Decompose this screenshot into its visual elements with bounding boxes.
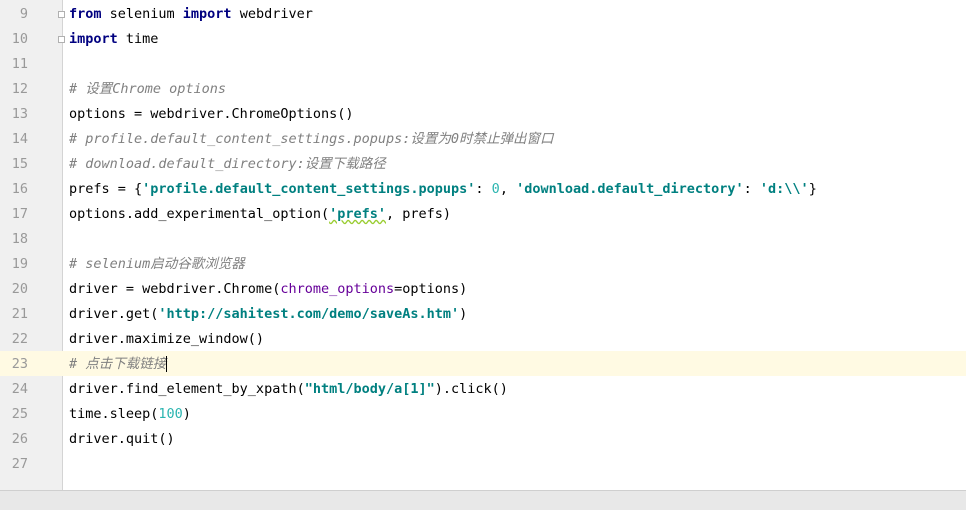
- line-number: 23: [11, 356, 28, 372]
- code-line[interactable]: 15 # download.default_directory:设置下载路径: [0, 151, 966, 176]
- line-number: 27: [11, 456, 28, 472]
- code-token: 0: [491, 181, 500, 197]
- code-text[interactable]: time.sleep(100): [69, 406, 191, 422]
- line-number: 9: [19, 6, 28, 22]
- code-token: ).click(): [434, 381, 508, 397]
- code-line[interactable]: 12 # 设置Chrome options: [0, 76, 966, 101]
- code-token: time: [117, 31, 159, 47]
- line-number: 15: [11, 156, 28, 172]
- fold-marker-icon[interactable]: [58, 36, 65, 43]
- code-text[interactable]: from selenium import webdriver: [69, 6, 313, 22]
- code-text[interactable]: driver.find_element_by_xpath("html/body/…: [69, 381, 508, 397]
- code-line[interactable]: 22 driver.maximize_window(): [0, 326, 966, 351]
- code-token: 'http://sahitest.com/demo/saveAs.htm': [158, 306, 460, 322]
- code-token: time.sleep(: [69, 406, 159, 422]
- code-token: :: [743, 181, 760, 197]
- code-line[interactable]: 20 driver = webdriver.Chrome(chrome_optio…: [0, 276, 966, 301]
- code-line[interactable]: 10 import time: [0, 26, 966, 51]
- code-token: ,: [499, 181, 517, 197]
- line-number: 19: [11, 256, 28, 272]
- code-token: from: [69, 6, 102, 22]
- code-token: ): [459, 306, 468, 322]
- code-token: # 点击下载链接: [69, 356, 167, 372]
- code-line[interactable]: 27: [0, 451, 966, 476]
- code-line[interactable]: 24 driver.find_element_by_xpath("html/bod…: [0, 376, 966, 401]
- horizontal-scrollbar[interactable]: [0, 490, 966, 510]
- code-line[interactable]: 14 # profile.default_content_settings.pop…: [0, 126, 966, 151]
- code-line[interactable]: 26 driver.quit(): [0, 426, 966, 451]
- code-token: # profile.default_content_settings.popup…: [69, 131, 554, 147]
- line-number: 21: [11, 306, 28, 322]
- code-token: # download.default_directory:设置下载路径: [69, 156, 386, 172]
- code-text[interactable]: driver.get('http://sahitest.com/demo/sav…: [69, 306, 467, 322]
- code-token: import: [69, 31, 118, 47]
- line-number: 18: [11, 231, 28, 247]
- code-token: 'download.default_directory': [516, 181, 744, 197]
- fold-marker-icon[interactable]: [58, 11, 65, 18]
- line-number: 14: [11, 131, 28, 147]
- code-text[interactable]: options.add_experimental_option('prefs',…: [69, 206, 451, 222]
- code-token: import: [182, 6, 232, 22]
- line-number: 22: [11, 331, 28, 347]
- code-line[interactable]: 18: [0, 226, 966, 251]
- code-text[interactable]: # 设置Chrome options: [69, 81, 226, 97]
- code-token: options.add_experimental_option(: [69, 206, 330, 222]
- code-token: driver.maximize_window(): [69, 331, 265, 347]
- code-token: driver = webdriver.Chrome(: [69, 281, 281, 297]
- code-token: 'prefs': [329, 206, 386, 222]
- code-token: options = webdriver.ChromeOptions(): [69, 106, 354, 122]
- line-number: 12: [11, 81, 28, 97]
- code-text[interactable]: import time: [69, 31, 158, 47]
- code-token: selenium: [101, 6, 183, 22]
- code-text[interactable]: # selenium启动谷歌浏览器: [69, 256, 245, 272]
- code-line[interactable]: 11: [0, 51, 966, 76]
- code-token: webdriver: [231, 6, 313, 22]
- code-token: driver.get(: [69, 306, 159, 322]
- code-text[interactable]: driver = webdriver.Chrome(chrome_options…: [69, 281, 467, 297]
- code-token: 100: [158, 406, 183, 422]
- line-number: 26: [11, 431, 28, 447]
- line-number: 13: [11, 106, 28, 122]
- code-line[interactable]: 9 from selenium import webdriver: [0, 1, 966, 26]
- code-token: 'profile.default_content_settings.popups…: [142, 181, 476, 197]
- code-line[interactable]: 25 time.sleep(100): [0, 401, 966, 426]
- line-number: 11: [11, 56, 28, 72]
- code-text[interactable]: # 点击下载链接: [69, 356, 168, 372]
- code-token: }: [808, 181, 817, 197]
- code-text[interactable]: driver.maximize_window(): [69, 331, 264, 347]
- code-token: # selenium启动谷歌浏览器: [69, 256, 245, 272]
- line-number: 24: [11, 381, 28, 397]
- code-line[interactable]: 13 options = webdriver.ChromeOptions(): [0, 101, 966, 126]
- code-line[interactable]: 19 # selenium启动谷歌浏览器: [0, 251, 966, 276]
- code-line[interactable]: 23 # 点击下载链接: [0, 351, 966, 376]
- line-number: 16: [11, 181, 28, 197]
- line-number: 20: [11, 281, 28, 297]
- code-text[interactable]: # download.default_directory:设置下载路径: [69, 156, 386, 172]
- code-token: driver.quit(): [69, 431, 175, 447]
- code-token: "html/body/a[1]": [304, 381, 435, 397]
- code-token: chrome_options: [280, 281, 395, 297]
- line-number: 10: [11, 31, 28, 47]
- code-token: =options): [394, 281, 468, 297]
- line-number: 17: [11, 206, 28, 222]
- code-text[interactable]: options = webdriver.ChromeOptions(): [69, 106, 353, 122]
- code-token: :: [475, 181, 492, 197]
- code-token: ): [182, 406, 191, 422]
- code-text[interactable]: prefs = {'profile.default_content_settin…: [69, 181, 817, 197]
- code-line[interactable]: 21 driver.get('http://sahitest.com/demo/s…: [0, 301, 966, 326]
- code-text[interactable]: # profile.default_content_settings.popup…: [69, 131, 554, 147]
- code-token: , prefs): [386, 206, 452, 222]
- code-line[interactable]: 16 prefs = {'profile.default_content_sett…: [0, 176, 966, 201]
- code-token: 'd:\\': [759, 181, 809, 197]
- code-line[interactable]: 17 options.add_experimental_option('prefs…: [0, 201, 966, 226]
- code-token: prefs = {: [69, 181, 143, 197]
- code-text[interactable]: driver.quit(): [69, 431, 175, 447]
- code-token: driver.find_element_by_xpath(: [69, 381, 305, 397]
- text-caret: [166, 356, 168, 372]
- code-editor[interactable]: 9 from selenium import webdriver 10 import …: [0, 0, 966, 510]
- code-token: # 设置Chrome options: [69, 81, 227, 97]
- line-number: 25: [11, 406, 28, 422]
